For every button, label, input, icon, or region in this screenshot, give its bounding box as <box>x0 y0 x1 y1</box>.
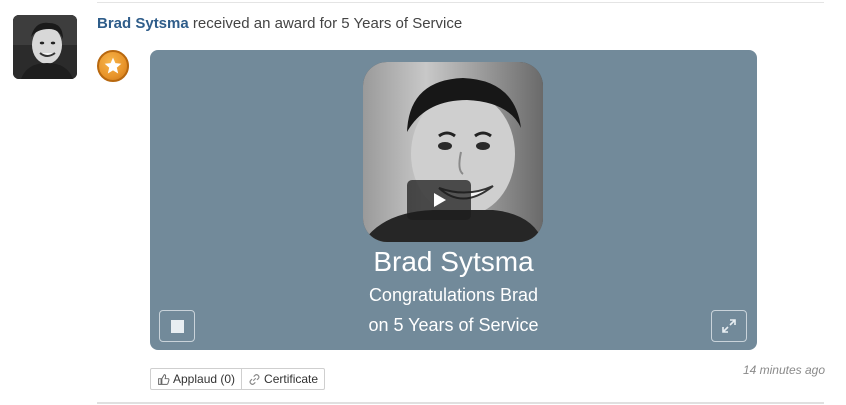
award-message-line1: Congratulations Brad <box>368 285 539 305</box>
play-button[interactable] <box>407 180 471 220</box>
certificate-label: Certificate <box>264 372 319 386</box>
avatar-photo <box>13 15 77 79</box>
award-recipient-name: Brad Sytsma <box>373 246 534 277</box>
author-avatar[interactable] <box>13 15 77 79</box>
post-actions: Applaud (0) Certificate <box>150 368 326 390</box>
play-icon <box>434 193 446 207</box>
post-headline: Brad Sytsma received an award for 5 Year… <box>97 15 462 32</box>
bottom-divider <box>97 402 824 404</box>
award-video-thumbnail[interactable] <box>363 62 543 242</box>
expand-icon <box>722 319 736 333</box>
certificate-button[interactable]: Certificate <box>241 369 324 389</box>
fullscreen-button[interactable] <box>711 310 747 342</box>
top-divider <box>97 2 824 3</box>
stop-button[interactable] <box>159 310 195 342</box>
applaud-button[interactable]: Applaud (0) <box>151 369 241 389</box>
author-link[interactable]: Brad Sytsma <box>97 15 189 32</box>
award-message-line2: on 5 Years of Service <box>368 315 539 335</box>
stop-icon <box>170 319 184 333</box>
applaud-label: Applaud (0) <box>173 372 236 386</box>
link-icon <box>249 373 260 385</box>
award-card: Brad Sytsma Congratulations Brad on 5 Ye… <box>150 50 757 350</box>
star-badge-icon <box>97 50 129 82</box>
post-timestamp: 14 minutes ago <box>742 363 825 377</box>
post-action-text: received an award for 5 Years of Service <box>192 15 463 32</box>
thumbs-up-icon <box>158 373 170 385</box>
